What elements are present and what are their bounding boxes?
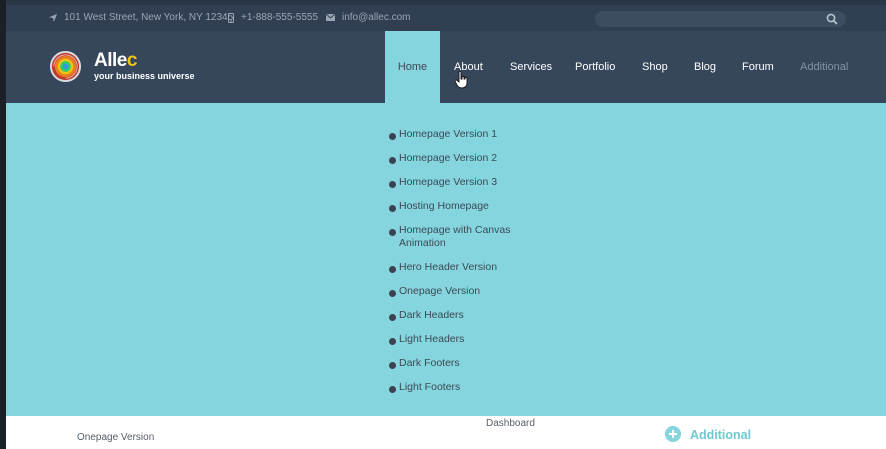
home-dropdown-menu: Homepage Version 1 Homepage Version 2 Ho… — [6, 103, 886, 416]
bullet-icon — [389, 338, 396, 345]
bullet-icon — [389, 157, 396, 164]
bullet-icon — [389, 362, 396, 369]
nav-shop[interactable]: Shop — [642, 31, 668, 103]
phone-text: +1-888-555-5555 — [241, 12, 319, 23]
search-icon[interactable] — [826, 13, 838, 25]
plus-circle-icon[interactable] — [665, 426, 681, 442]
submenu-item[interactable]: Hero Header Version — [389, 261, 549, 274]
email-info[interactable]: info@allec.com — [326, 12, 411, 23]
bullet-icon — [389, 181, 396, 188]
bullet-icon — [389, 266, 396, 273]
brand-name[interactable]: Allec — [94, 50, 137, 72]
bullet-icon — [389, 133, 396, 140]
bullet-icon — [389, 205, 396, 212]
submenu-item[interactable]: Dark Footers — [389, 357, 549, 370]
main-header: Allec your business universe Home About … — [6, 31, 886, 103]
nav-blog[interactable]: Blog — [694, 31, 716, 103]
bullet-icon — [389, 314, 396, 321]
nav-portfolio[interactable]: Portfolio — [575, 31, 615, 103]
home-submenu-list: Homepage Version 1 Homepage Version 2 Ho… — [389, 128, 549, 394]
phone-info: +1-888-555-5555 — [228, 12, 318, 23]
nav-services[interactable]: Services — [510, 31, 552, 103]
submenu-item[interactable]: Homepage Version 2 — [389, 152, 549, 165]
nav-forum[interactable]: Forum — [742, 31, 774, 103]
dashboard-label[interactable]: Dashboard — [486, 418, 535, 429]
submenu-item[interactable]: Light Footers — [389, 381, 549, 394]
hand-cursor-icon — [455, 71, 468, 89]
address-text: 101 West Street, New York, NY 12345 — [64, 12, 234, 23]
submenu-item[interactable]: Homepage Version 3 — [389, 176, 549, 189]
bullet-icon — [389, 386, 396, 393]
address-info: 101 West Street, New York, NY 12345 — [49, 12, 233, 23]
submenu-item[interactable]: Dark Headers — [389, 309, 549, 322]
brand-tagline: your business universe — [94, 71, 195, 81]
spiral-logo-icon[interactable] — [49, 50, 82, 83]
location-arrow-icon — [49, 13, 57, 22]
submenu-item[interactable]: Onepage Version — [389, 285, 549, 298]
search-input[interactable] — [595, 11, 846, 27]
onepage-version-label[interactable]: Onepage Version — [77, 432, 154, 443]
top-info-bar: 101 West Street, New York, NY 12345 +1-8… — [6, 0, 886, 31]
bullet-icon — [389, 290, 396, 297]
nav-additional[interactable]: Additional — [800, 31, 848, 103]
brand-name-main: Alle — [94, 50, 127, 71]
submenu-item[interactable]: Homepage with Canvas Animation — [389, 224, 519, 250]
phone-icon — [228, 12, 234, 23]
envelope-icon — [326, 14, 335, 21]
submenu-item[interactable]: Homepage Version 1 — [389, 128, 549, 141]
nav-home[interactable]: Home — [385, 31, 440, 103]
brand-name-accent: c — [126, 50, 138, 71]
nav-about[interactable]: About — [454, 31, 483, 103]
bullet-icon — [389, 229, 396, 236]
email-link[interactable]: info@allec.com — [342, 12, 411, 23]
additional-heading[interactable]: Additional — [690, 428, 751, 442]
submenu-item[interactable]: Light Headers — [389, 333, 549, 346]
submenu-item[interactable]: Hosting Homepage — [389, 200, 549, 213]
